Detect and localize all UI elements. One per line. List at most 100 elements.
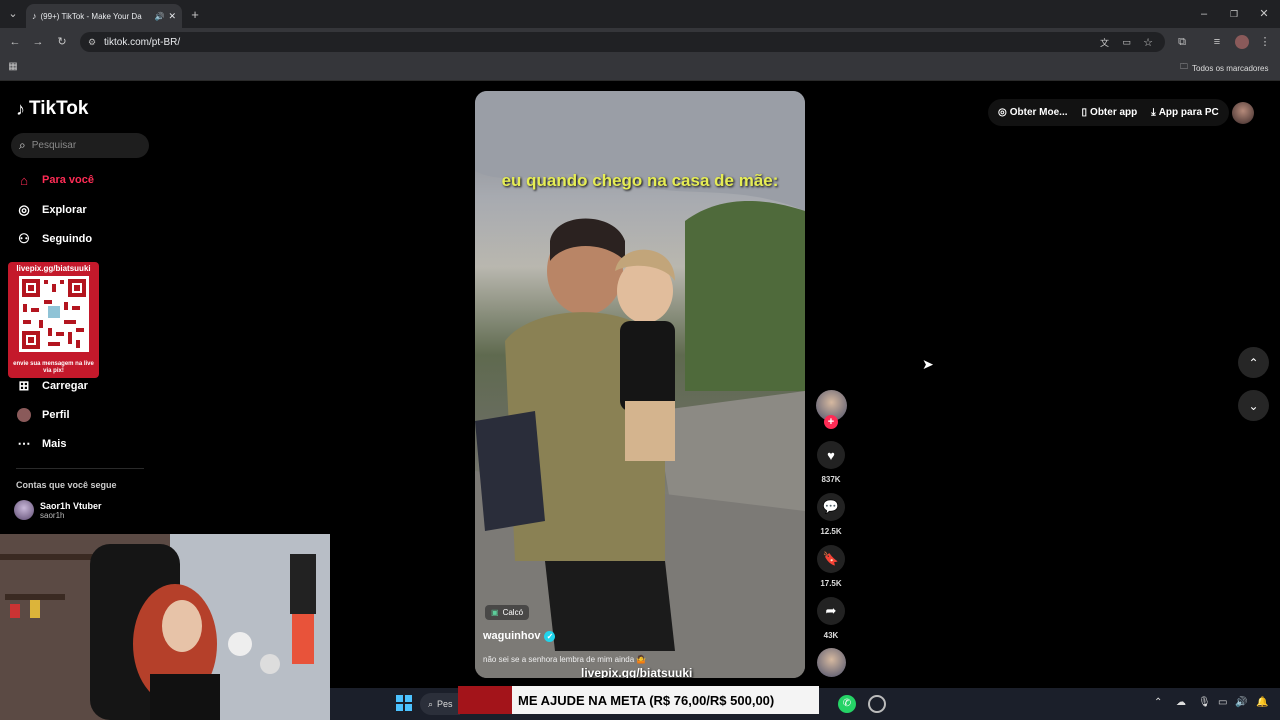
compass-icon: ◎ bbox=[18, 202, 30, 217]
nav-explore[interactable]: ◎ Explorar bbox=[16, 202, 87, 218]
tab-title: (99+) TikTok - Make Your Da bbox=[40, 11, 142, 21]
logo-text: TikTok bbox=[29, 98, 89, 119]
nav-more[interactable]: ⋯ Mais bbox=[16, 436, 67, 452]
tiktok-note-icon: ♪ bbox=[16, 98, 25, 119]
goal-text: ME AJUDE NA META (R$ 76,00/R$ 500,00) bbox=[518, 692, 775, 708]
restore-icon[interactable]: ❐ bbox=[1227, 7, 1241, 21]
site-info-icon[interactable]: ⚙ bbox=[88, 37, 96, 48]
extensions-icon[interactable]: ⧉ bbox=[1175, 35, 1189, 49]
folder-icon: 🗀 bbox=[1180, 62, 1188, 71]
all-bookmarks-button[interactable]: 🗀 Todos os marcadores bbox=[1180, 61, 1268, 75]
nav-following[interactable]: ⚇ Seguindo bbox=[16, 231, 92, 247]
share-action[interactable]: ➦ 43K bbox=[817, 597, 845, 640]
video-author[interactable]: waguinhov ✓ bbox=[483, 630, 556, 642]
apps-grid-icon[interactable]: ▦ bbox=[7, 61, 19, 73]
tag-label: Calcó bbox=[502, 608, 524, 617]
profile-avatar[interactable] bbox=[1232, 102, 1254, 124]
speaker-icon: 🔊 bbox=[154, 11, 165, 21]
notification-bell-icon[interactable]: 🔔 bbox=[1256, 697, 1268, 708]
share-icon[interactable]: ➦ bbox=[817, 597, 845, 625]
get-app-button[interactable]: ▯ Obter app bbox=[1082, 107, 1138, 118]
followed-account[interactable]: Saor1h Vtuber saor1h bbox=[14, 500, 102, 520]
pc-app-button[interactable]: ⤓ App para PC bbox=[1151, 107, 1218, 118]
get-coins-label: Obter Moe... bbox=[1009, 107, 1068, 118]
location-tag[interactable]: ▣ Calcó bbox=[485, 605, 530, 620]
video-description: não sei se a senhora lembra de mim ainda… bbox=[483, 655, 647, 664]
tab-close-icon[interactable]: ✕ bbox=[168, 11, 176, 22]
translate-icon[interactable]: 文 bbox=[1100, 36, 1109, 49]
nav-upload[interactable]: ⊞ Carregar bbox=[16, 378, 88, 394]
comment-icon[interactable]: 💬 bbox=[817, 493, 845, 521]
cast-icon[interactable]: ▭ bbox=[1122, 37, 1131, 48]
volume-icon[interactable]: 🔊 bbox=[1235, 697, 1247, 708]
chevron-down-icon: ⌄ bbox=[1248, 398, 1259, 413]
heart-icon[interactable]: ♥ bbox=[817, 441, 845, 469]
follow-plus-icon[interactable]: + bbox=[824, 415, 838, 429]
comment-action[interactable]: 💬 12.5K bbox=[817, 493, 845, 536]
qr-label: livepix.gg/biatsuuki bbox=[16, 264, 91, 273]
livepix-link-overlay: livepix.gg/biatsuuki bbox=[581, 666, 693, 678]
mouse-cursor-icon: ➤ bbox=[922, 356, 934, 372]
donation-goal-bar: ME AJUDE NA META (R$ 76,00/R$ 500,00) bbox=[512, 686, 819, 714]
sidebar-divider bbox=[16, 468, 144, 469]
whatsapp-icon[interactable]: ✆ bbox=[838, 695, 856, 713]
browser-menu-icon[interactable]: ⋮ bbox=[1259, 35, 1271, 49]
bookmarks-bar bbox=[0, 56, 1280, 81]
music-disc-avatar[interactable] bbox=[817, 648, 846, 677]
verified-badge-icon: ✓ bbox=[544, 630, 556, 642]
qr-code bbox=[19, 276, 89, 352]
get-app-label: Obter app bbox=[1090, 107, 1138, 118]
app-tray-icon[interactable] bbox=[868, 695, 886, 713]
account-name: Saor1h Vtuber bbox=[40, 500, 102, 511]
browser-profile-avatar[interactable] bbox=[1235, 35, 1249, 49]
bookmark-icon[interactable]: 🔖 bbox=[817, 545, 845, 573]
nav-label: Seguindo bbox=[42, 233, 93, 245]
monitor-icon[interactable]: ▭ bbox=[1218, 697, 1227, 708]
new-tab-icon[interactable]: + bbox=[188, 7, 202, 21]
nav-profile[interactable]: Perfil bbox=[16, 407, 70, 423]
microphone-icon[interactable]: 🎙 bbox=[1198, 697, 1211, 708]
qr-caption: envie sua mensagem na live via pix! bbox=[13, 361, 94, 374]
minimize-icon[interactable]: – bbox=[1197, 7, 1211, 21]
tiktok-favicon-icon: ♪ bbox=[32, 11, 37, 21]
browser-tab[interactable]: ♪ (99+) TikTok - Make Your Da 🔊 ✕ bbox=[26, 4, 182, 28]
share-count: 43K bbox=[823, 631, 839, 640]
tiktok-logo[interactable]: ♪ TikTok bbox=[16, 98, 88, 120]
goal-accent-block bbox=[458, 686, 514, 714]
search-input[interactable]: ⌕ Pesquisar bbox=[11, 133, 149, 158]
taskbar-search-icon: ⌕ bbox=[428, 698, 434, 709]
media-queue-icon[interactable]: ≡ bbox=[1210, 35, 1224, 49]
taskbar-search[interactable]: ⌕ Pes bbox=[420, 693, 460, 715]
windows-start-icon[interactable] bbox=[396, 695, 412, 711]
bookmark-star-icon[interactable]: ☆ bbox=[1143, 36, 1153, 49]
search-placeholder: Pesquisar bbox=[31, 140, 77, 151]
nav-label: Explorar bbox=[42, 204, 87, 216]
author-name: waguinhov bbox=[483, 630, 541, 642]
comment-count: 12.5K bbox=[820, 527, 842, 536]
video-player[interactable]: eu quando chego na casa de mãe: ▣ Calcó … bbox=[475, 91, 805, 678]
next-video-button[interactable]: ⌄ bbox=[1238, 390, 1269, 421]
nav-for-you[interactable]: ⌂ Para você bbox=[16, 172, 94, 188]
close-window-icon[interactable]: ✕ bbox=[1257, 7, 1271, 21]
tray-chevron-icon[interactable]: ⌃ bbox=[1154, 697, 1162, 708]
more-icon: ⋯ bbox=[17, 436, 31, 451]
onedrive-icon[interactable]: ☁ bbox=[1176, 697, 1186, 708]
phone-icon: ▯ bbox=[1081, 107, 1088, 118]
all-bookmarks-label: Todos os marcadores bbox=[1192, 63, 1269, 73]
save-action[interactable]: 🔖 17.5K bbox=[817, 545, 845, 588]
nav-label: Carregar bbox=[42, 380, 88, 392]
like-action[interactable]: ♥ 837K bbox=[817, 441, 845, 484]
tab-search-icon[interactable]: ⌄ bbox=[6, 8, 20, 20]
forward-icon[interactable]: → bbox=[31, 35, 45, 49]
video-caption-overlay: eu quando chego na casa de mãe: bbox=[501, 171, 779, 190]
download-icon: ⤓ bbox=[1151, 107, 1156, 118]
back-icon[interactable]: ← bbox=[8, 35, 22, 49]
nav-label: Mais bbox=[42, 438, 67, 450]
save-count: 17.5K bbox=[820, 579, 842, 588]
previous-video-button[interactable]: ⌃ bbox=[1238, 347, 1269, 378]
address-bar[interactable]: ⚙ tiktok.com/pt-BR/ 文 ▭ ☆ bbox=[80, 32, 1165, 52]
get-coins-button[interactable]: ◎ Obter Moe... bbox=[998, 107, 1068, 118]
account-handle: saor1h bbox=[40, 510, 65, 520]
nav-label: Para você bbox=[42, 174, 94, 186]
reload-icon[interactable]: ↻ bbox=[55, 35, 69, 49]
